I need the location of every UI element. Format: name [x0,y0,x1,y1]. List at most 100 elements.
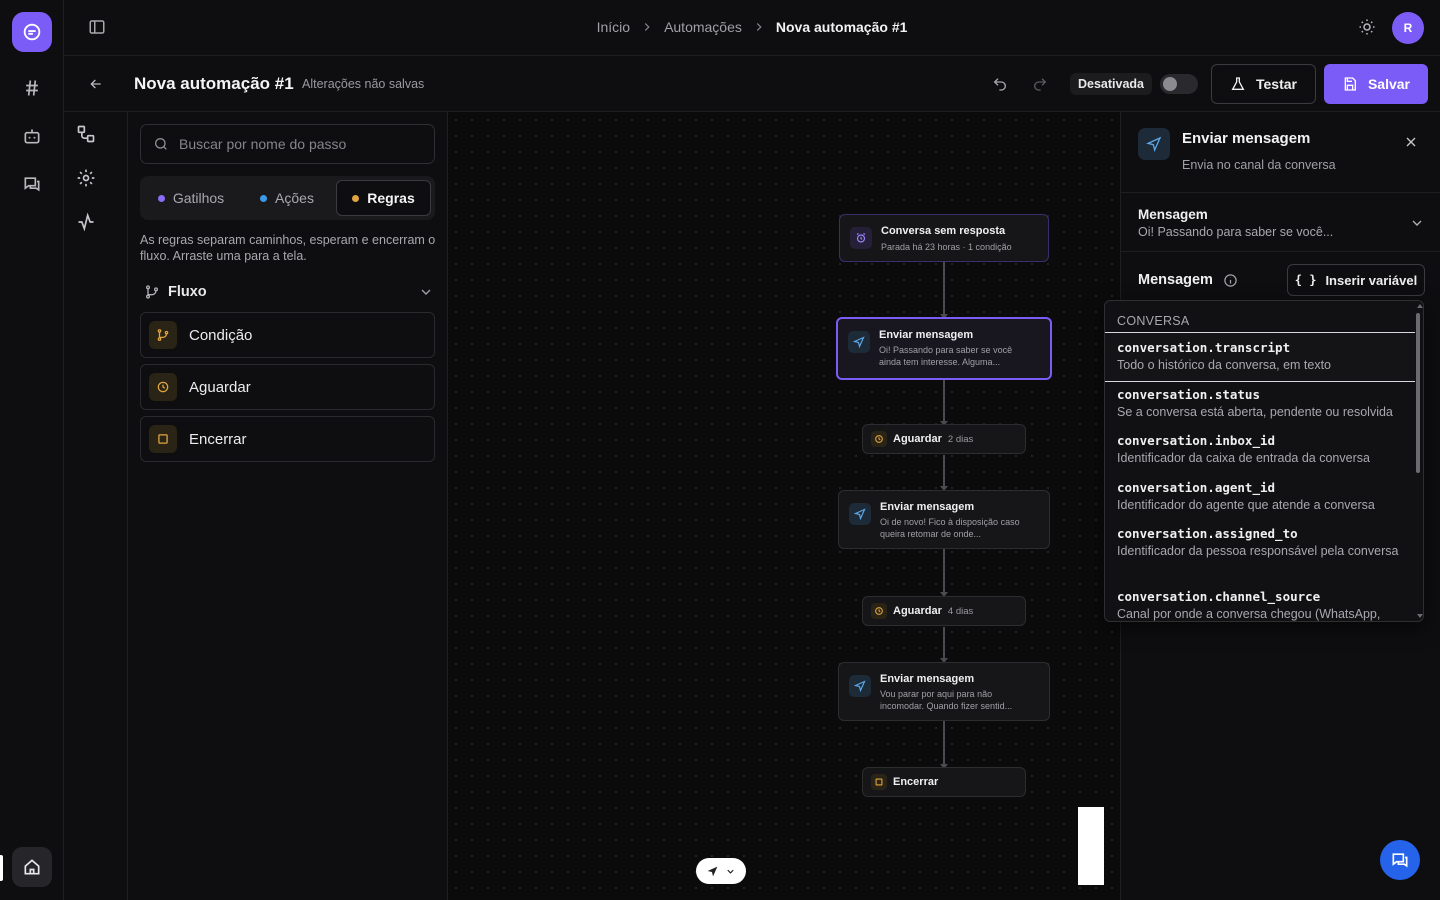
app-logo[interactable] [12,12,52,52]
top-header: Início Automações Nova automação #1 R [64,0,1440,56]
status-badge: Desativada [1070,73,1153,95]
section-preview: Oi! Passando para saber se você... [1138,225,1334,239]
flow-node-wait[interactable]: Aguardar 2 dias [862,424,1026,454]
clock-icon [149,373,177,401]
back-arrow-icon[interactable] [88,76,104,92]
flow-canvas[interactable]: Conversa sem resposta Parada há 23 horas… [448,112,1120,900]
search-icon [153,136,169,152]
chevron-down-icon [1409,215,1425,231]
inspector-title: Enviar mensagem [1182,130,1311,147]
send-icon [1138,128,1170,160]
redo-icon[interactable] [1032,76,1048,92]
node-meta: 2 dias [947,433,974,445]
variable-option[interactable]: conversation.transcript Todo o histórico… [1105,332,1415,382]
tab-gatilhos[interactable]: Gatilhos [144,180,238,216]
rules-hint: As regras separam caminhos, esperam e en… [140,233,436,263]
canvas-navigate-control[interactable] [696,858,746,884]
flow-edge [940,455,948,491]
breadcrumb-home[interactable]: Início [597,19,630,35]
flow-edge [940,549,948,597]
flow-edge [940,380,948,426]
test-button[interactable]: Testar [1211,64,1316,104]
variable-description: Se a conversa está aberta, pendente ou r… [1117,405,1393,419]
flow-node-wait[interactable]: Aguardar 4 dias [862,596,1026,626]
node-subtitle: Oi! Passando para saber se você ainda te… [879,345,1013,367]
tab-acoes[interactable]: Ações [242,180,332,216]
home-button[interactable] [12,847,52,887]
save-button[interactable]: Salvar [1324,64,1428,104]
scrollbar-thumb[interactable] [1416,313,1420,473]
messages-icon[interactable] [20,172,44,196]
info-icon[interactable] [1223,273,1238,288]
insert-variable-button[interactable]: { } Inserir variável [1287,264,1425,296]
variable-group-header: CONVERSA [1117,314,1190,328]
activity-icon[interactable] [76,212,96,232]
scroll-down-arrow[interactable] [1417,614,1423,618]
stop-square-icon [871,774,887,790]
search-input[interactable] [179,136,419,152]
search-box [140,124,435,164]
alarm-clock-icon [850,227,872,249]
library-item-label: Aguardar [189,378,251,396]
group-label: Fluxo [168,284,207,300]
variable-option[interactable]: conversation.inbox_id Identificador da c… [1105,433,1415,467]
chat-support-button[interactable] [1380,840,1420,880]
undo-icon[interactable] [992,76,1008,92]
chevron-right-icon [640,20,654,34]
gear-icon[interactable] [76,168,96,188]
sun-icon[interactable] [1358,18,1376,36]
library-item-aguardar[interactable]: Aguardar [140,364,435,410]
section-title: Mensagem [1138,207,1208,222]
variable-key: conversation.assigned_to [1117,526,1298,541]
library-item-label: Condição [189,326,253,344]
variable-description: Identificador da pessoa responsável pela… [1117,544,1399,558]
node-title: Conversa sem resposta [881,225,1006,237]
branch-icon [149,321,177,349]
variable-option[interactable]: conversation.channel_source Canal por on… [1105,589,1415,621]
close-icon[interactable] [1403,134,1419,150]
canvas-minimap[interactable] [1078,807,1104,885]
flow-node-send-message[interactable]: Enviar mensagem Oi de novo! Fico à dispo… [838,490,1050,549]
hash-icon[interactable] [20,76,44,100]
flow-edge [940,261,948,319]
editor-tools-column [64,112,128,900]
flow-node-send-message[interactable]: Enviar mensagem Vou parar por aqui para … [838,662,1050,721]
chevron-down-icon [418,284,434,300]
app-rail [0,0,64,900]
activation-toggle[interactable] [1160,74,1198,94]
variable-description: Todo o histórico da conversa, em texto [1117,358,1332,372]
variable-description: Identificador do agente que atende a con… [1117,498,1375,512]
variable-option[interactable]: conversation.status Se a conversa está a… [1105,387,1415,421]
group-header-fluxo[interactable]: Fluxo [144,282,434,302]
chevron-right-icon [752,20,766,34]
step-type-tabs: Gatilhos Ações Regras [140,176,435,220]
tab-dot [157,194,165,202]
variable-key: conversation.agent_id [1117,480,1276,495]
node-subtitle: Parada há 23 horas · 1 condição [881,242,1012,252]
stop-square-icon [149,425,177,453]
scroll-up-arrow[interactable] [1417,304,1423,308]
library-item-condicao[interactable]: Condição [140,312,435,358]
floppy-icon [1342,76,1358,92]
avatar[interactable]: R [1392,12,1424,44]
flow-node-end[interactable]: Encerrar [862,767,1026,797]
flow-edge [940,627,948,663]
variable-key: conversation.inbox_id [1117,433,1276,448]
tab-regras[interactable]: Regras [336,180,431,216]
toggle-knob [1163,77,1177,91]
library-item-encerrar[interactable]: Encerrar [140,416,435,462]
variable-option[interactable]: conversation.agent_id Identificador do a… [1105,480,1415,514]
flow-node-send-message-selected[interactable]: Enviar mensagem Oi! Passando para saber … [836,317,1052,380]
tab-label: Regras [367,190,415,206]
field-label-text: Mensagem [1138,272,1213,288]
node-title: Enviar mensagem [879,329,974,341]
bot-icon[interactable] [20,124,44,148]
automation-toolbar: Nova automação #1 Alterações não salvas … [64,56,1440,112]
flow-node-trigger[interactable]: Conversa sem resposta Parada há 23 horas… [839,214,1049,262]
message-section-collapsible[interactable]: Mensagem Oi! Passando para saber se você… [1121,192,1440,252]
workflow-icon[interactable] [76,124,96,144]
breadcrumb-automations[interactable]: Automações [664,19,742,35]
variable-option[interactable]: conversation.assigned_to Identificador d… [1105,526,1415,560]
node-title: Enviar mensagem [880,673,975,685]
inspector-subtitle: Envia no canal da conversa [1182,158,1336,172]
